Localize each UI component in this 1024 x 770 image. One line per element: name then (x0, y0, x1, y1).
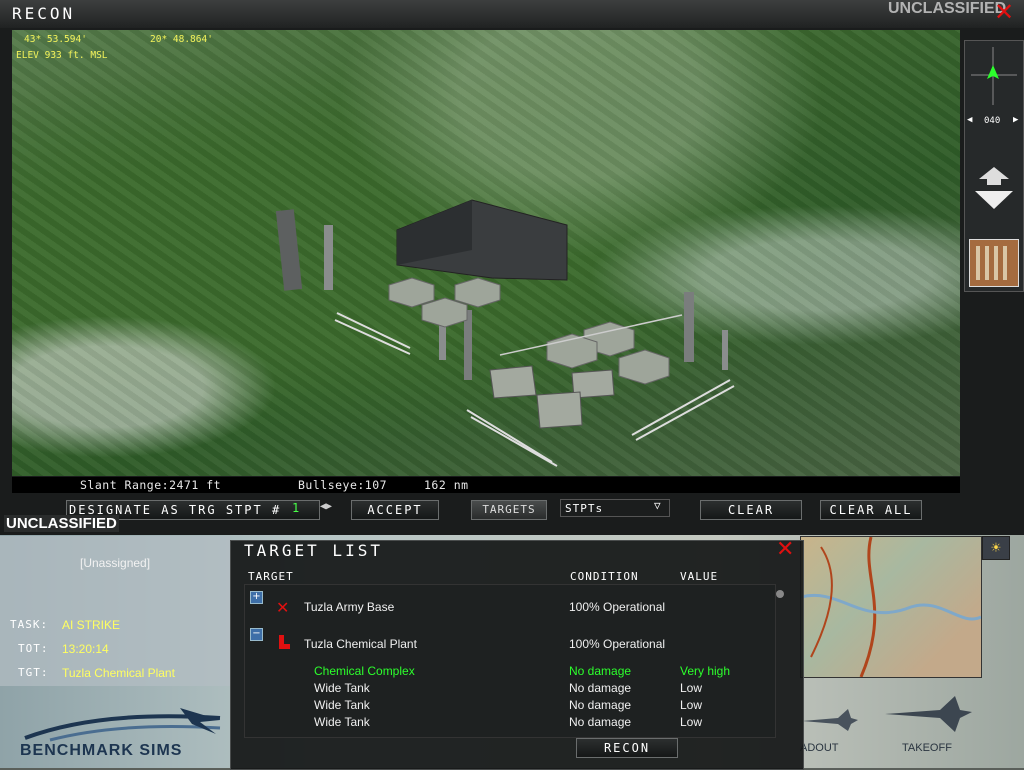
target-item-name[interactable]: Wide Tank (314, 715, 370, 729)
classification-banner: UNCLASSIFIED (888, 0, 1007, 17)
rotate-right-icon[interactable]: ▶ (1013, 115, 1018, 125)
classification-banner-bottom: UNCLASSIFIED (4, 515, 119, 532)
enemy-target-icon: ✕ (276, 598, 290, 617)
expand-icon[interactable]: + (250, 591, 263, 604)
target-item-name[interactable]: Chemical Complex (314, 664, 415, 678)
recon-button[interactable]: RECON (576, 738, 678, 758)
weather-icon[interactable]: ☀ (982, 536, 1010, 560)
stpt-stepper-icon[interactable]: ◀▶ (320, 501, 332, 512)
scrollbar-thumb[interactable] (776, 590, 784, 598)
target-item-condition: No damage (569, 681, 632, 695)
recon-3d-view[interactable] (12, 30, 960, 476)
takeoff-button[interactable]: TAKEOFF (902, 742, 952, 754)
clear-button[interactable]: CLEAR (700, 500, 802, 520)
map-rivers (800, 536, 982, 678)
target-structures (275, 199, 735, 467)
clear-all-button[interactable]: CLEAR ALL (820, 500, 922, 520)
target-item-condition: No damage (569, 664, 632, 678)
benchmark-sims-logo: BENCHMARK SIMS (20, 742, 183, 759)
bullseye-bearing: Bullseye:107 (298, 478, 388, 492)
target-item-condition: No damage (569, 715, 632, 729)
target-group-name[interactable]: Tuzla Army Base (304, 600, 394, 614)
stpt-number: 1 (292, 501, 300, 515)
close-icon[interactable]: ✕ (994, 0, 1014, 26)
target-map-icon[interactable] (969, 239, 1019, 287)
selected-target-icon (279, 635, 290, 649)
theater-map[interactable] (800, 536, 982, 678)
bullseye-distance: 162 nm (424, 478, 469, 492)
collapse-icon[interactable]: − (250, 628, 263, 641)
target-item-value: Very high (680, 664, 731, 678)
flight-assignment: [Unassigned] (80, 556, 151, 570)
camera-move-icon[interactable] (971, 165, 1017, 211)
title-bar (0, 0, 1024, 28)
target-item-name[interactable]: Wide Tank (314, 681, 370, 695)
elevation-readout: ELEV 933 ft. MSL (16, 50, 108, 61)
jet-icon-small (802, 709, 858, 731)
camera-control-panel: ◀ ▶ (964, 40, 1024, 292)
window-title: RECON (12, 4, 76, 23)
tgt-label: TGT: (18, 666, 49, 679)
tgt-value: Tuzla Chemical Plant (62, 666, 175, 680)
targets-button[interactable]: TARGETS (471, 500, 547, 520)
rotate-left-icon[interactable]: ◀ (967, 115, 972, 125)
target-list-title: TARGET LIST (244, 541, 383, 560)
chevron-down-icon[interactable]: ▽ (654, 499, 661, 512)
benchmark-sims-logo-graphic (24, 708, 221, 742)
column-header-condition[interactable]: CONDITION (570, 570, 639, 583)
task-value: AI STRIKE (62, 618, 121, 632)
tot-value: 13:20:14 (62, 642, 109, 656)
latitude-readout: 43* 53.594' (24, 34, 87, 45)
accept-button[interactable]: ACCEPT (351, 500, 439, 520)
target-group-condition: 100% Operational (569, 637, 666, 651)
slant-range: Slant Range:2471 ft (80, 478, 222, 492)
loadout-button[interactable]: ADOUT (800, 742, 839, 754)
jet-icon (885, 696, 972, 732)
close-icon[interactable]: ✕ (776, 537, 794, 562)
column-header-value[interactable]: VALUE (680, 570, 718, 583)
tot-label: TOT: (18, 642, 49, 655)
target-item-value: Low (680, 681, 703, 695)
target-item-value: Low (680, 715, 703, 729)
task-label: TASK: (10, 618, 49, 631)
target-item-name[interactable]: Wide Tank (314, 698, 370, 712)
target-item-value: Low (680, 698, 703, 712)
longitude-readout: 20* 48.864' (150, 34, 213, 45)
target-group-name[interactable]: Tuzla Chemical Plant (304, 637, 417, 651)
heading-readout: 040 (984, 116, 1001, 126)
column-header-target[interactable]: TARGET (248, 570, 294, 583)
target-group-condition: 100% Operational (569, 600, 666, 614)
target-item-condition: No damage (569, 698, 632, 712)
